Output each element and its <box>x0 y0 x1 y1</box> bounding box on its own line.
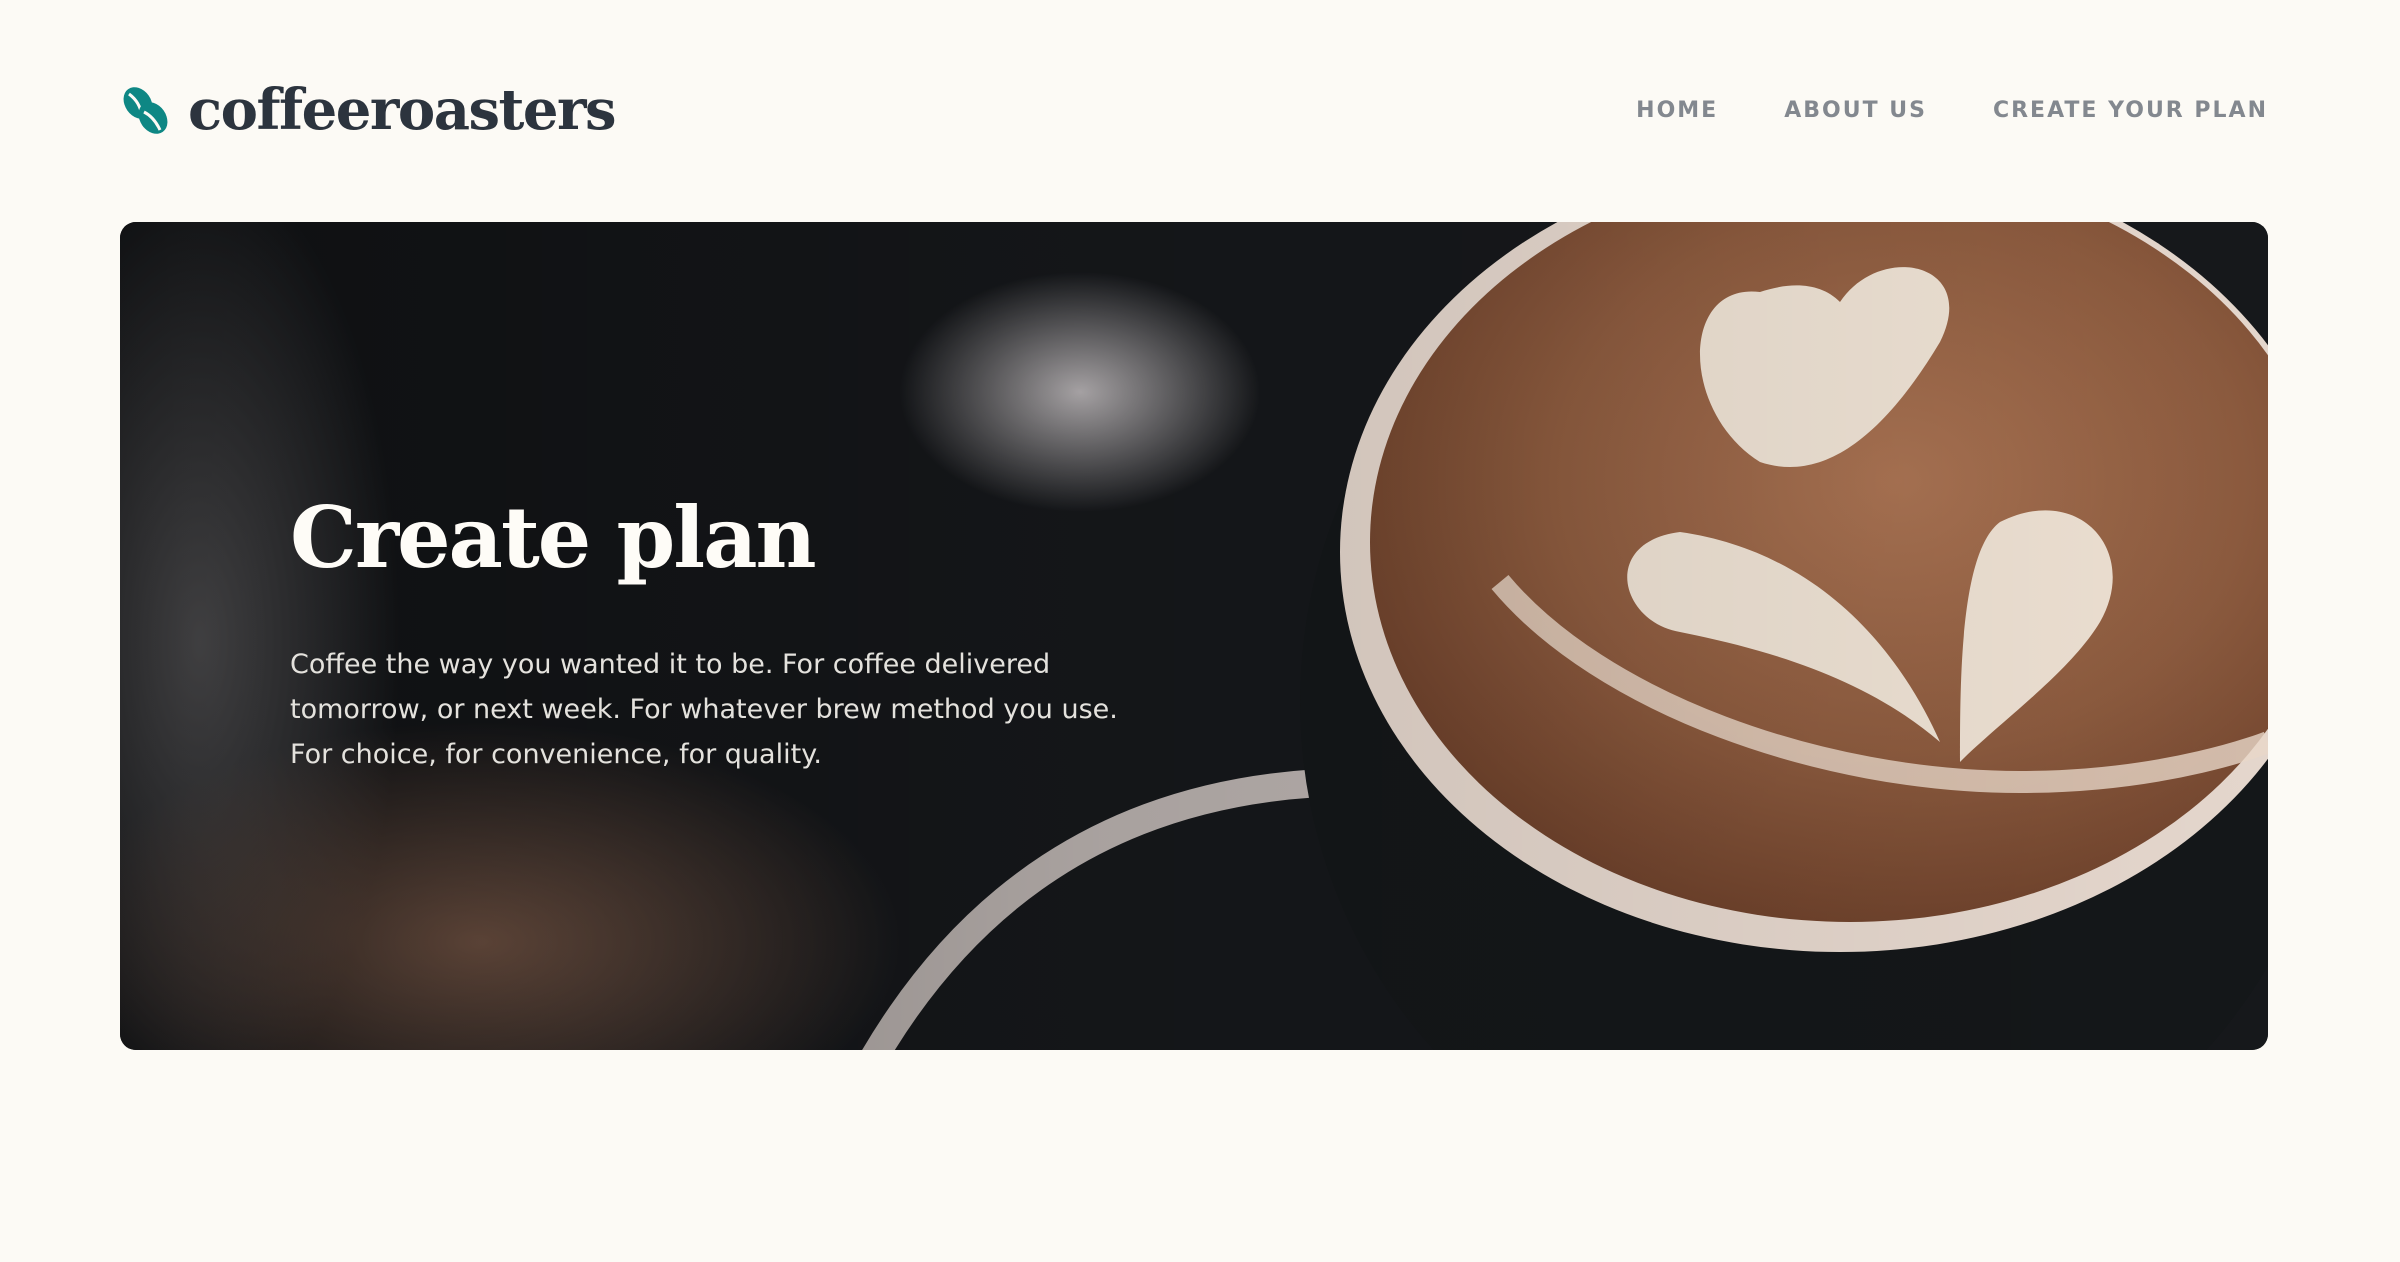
nav-link-create-plan[interactable]: CREATE YOUR PLAN <box>1993 98 2268 123</box>
nav-link-home[interactable]: HOME <box>1636 98 1718 123</box>
hero-banner: Create plan Coffee the way you wanted it… <box>120 222 2268 1050</box>
site-header: coffeeroasters HOME ABOUT US CREATE YOUR… <box>120 70 2268 150</box>
logo[interactable]: coffeeroasters <box>120 77 617 143</box>
brand-name: coffeeroasters <box>188 77 617 143</box>
main-nav: HOME ABOUT US CREATE YOUR PLAN <box>1636 98 2268 123</box>
hero-description: Coffee the way you wanted it to be. For … <box>290 649 1118 771</box>
coffee-bean-icon <box>120 84 172 136</box>
nav-link-about-us[interactable]: ABOUT US <box>1784 98 1927 123</box>
hero-content: Create plan Coffee the way you wanted it… <box>290 488 1170 777</box>
page-title: Create plan <box>290 488 817 587</box>
